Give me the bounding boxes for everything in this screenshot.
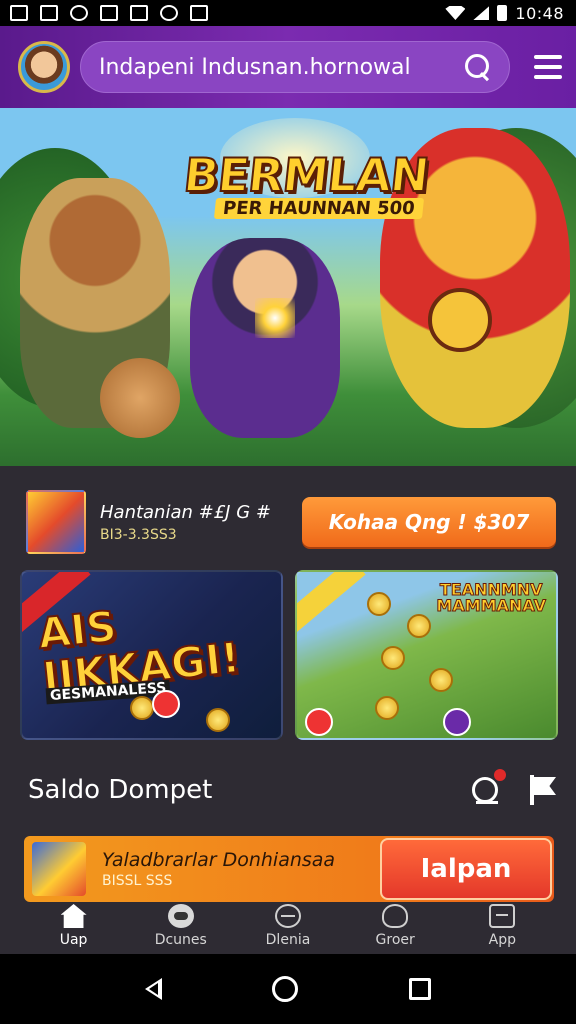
nav-label: Groer [375,932,415,948]
hero-banner[interactable]: BERMLAN PER HAUNNAN 500 [0,108,576,466]
games-icon [167,904,194,928]
home-button-icon[interactable] [272,976,299,1002]
nav-label: Uap [59,932,88,948]
user-search-icon[interactable] [470,769,506,807]
search-input[interactable]: Indapeni Indusnan.hornowal [99,55,463,80]
notification-icon [190,5,208,21]
hero-subtitle: PER HAUNNAN 500 [213,198,424,219]
coin-icon [130,696,154,720]
battery-icon [497,5,508,21]
nav-label: App [488,932,517,948]
smiley-badge-icon [428,288,492,352]
promo-thumbnail[interactable] [26,490,86,554]
card-ribbon [297,572,366,633]
coin-icon [206,708,230,732]
wallet-title: Saldo Dompet [28,775,213,805]
card-title: TEANNMNV MAMMANAV [436,580,547,615]
coin-icon [367,592,391,616]
play-badge-icon [443,708,471,736]
game-cards: AIS IIKKAGI! GESMANALESS TEANNMNV MAMMAN… [20,570,558,740]
promo-title: Hantanian #£J G # [100,501,271,523]
hero-spark [255,298,295,338]
nav-item-promo[interactable]: Dlenia [243,904,333,948]
game-card[interactable]: TEANNMNV MAMMANAV [295,570,558,740]
notification-dot [494,769,506,781]
search-icon[interactable] [463,52,493,82]
signal-icon [473,6,490,20]
menu-icon[interactable] [534,55,562,79]
nav-label: Dcunes [154,932,207,948]
promo-subtitle: BI3-3.3SS3 [100,526,177,543]
clock: 10:48 [515,3,564,23]
coin-icon [429,668,453,692]
bottom-nav: Uap Dcunes Dlenia Groer App [0,894,576,954]
coin-icon [407,614,431,638]
notification-icon [130,5,148,21]
hero-title: BERMLAN [180,147,432,203]
user-icon [382,904,409,928]
promo-button[interactable]: Kohaa Qng ! $307 [302,497,556,547]
coin-icon [375,696,399,720]
bonus-thumbnail [32,842,86,896]
back-icon[interactable] [145,978,163,1000]
avatar[interactable] [18,41,70,93]
bonus-banner[interactable]: Yaladbrarlar Donhiansaa BISSL SSS Ialpan [24,836,554,902]
recent-apps-icon[interactable] [408,978,431,1000]
hero-character-man [190,238,340,438]
notification-icon [40,5,58,21]
hero-character-cat [100,358,180,438]
close-badge-icon [152,690,180,718]
nav-item-app[interactable]: App [457,904,547,948]
search-bar[interactable]: Indapeni Indusnan.hornowal [80,41,510,93]
main-content: Hantanian #£J G # BI3-3.3SS3 Kohaa Qng !… [0,466,576,954]
notification-icon [100,5,118,21]
game-card[interactable]: AIS IIKKAGI! GESMANALESS [20,570,283,740]
nav-item-games[interactable]: Dcunes [136,904,226,948]
wallet-header: Saldo Dompet [28,766,558,814]
system-nav-bar [0,954,576,1024]
wifi-icon [445,6,466,20]
bonus-button[interactable]: Ialpan [380,838,552,900]
notification-icon [10,5,28,21]
close-badge-icon [305,708,333,736]
promo-icon [274,904,301,928]
promo-row: Hantanian #£J G # BI3-3.3SS3 Kohaa Qng !… [26,488,556,556]
bonus-title: Yaladbrarlar Donhiansaa [102,849,336,871]
app-bar: Indapeni Indusnan.hornowal [0,26,576,108]
bonus-subtitle: BISSL SSS [102,873,173,889]
coin-icon [381,646,405,670]
nav-item-home[interactable]: Uap [29,904,119,948]
status-bar: 10:48 [0,0,576,26]
nav-label: Dlenia [265,932,311,948]
notification-icon [70,5,88,21]
app-icon [489,904,516,928]
flag-icon[interactable] [530,775,558,805]
notification-icons [10,5,208,21]
notification-icon [160,5,178,21]
home-icon [60,904,87,928]
nav-item-user[interactable]: Groer [350,904,440,948]
